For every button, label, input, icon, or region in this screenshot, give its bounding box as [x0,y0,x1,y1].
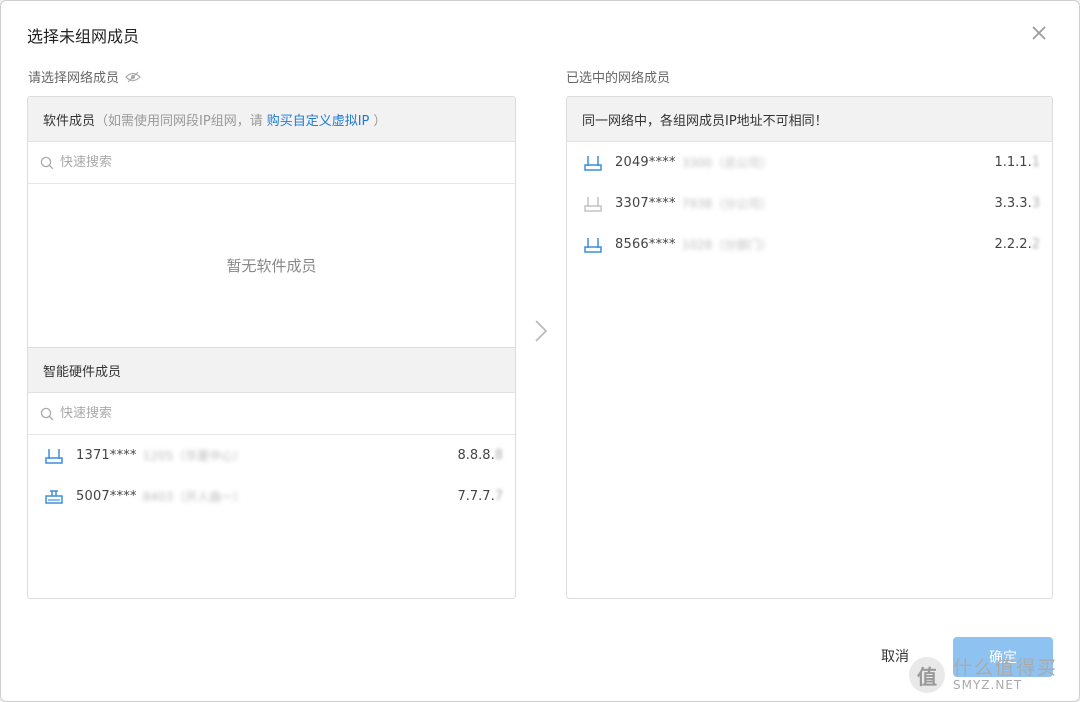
member-id: 2049**** [615,155,676,170]
router-icon [44,446,64,466]
member-masked-name: 8403（开人曲一） [142,490,246,504]
available-members-panel: 软件成员 （如需使用同网段IP组网，请 购买自定义虚拟IP ） 暂无软件成员 智… [27,96,516,599]
member-ip: 7.7.7.7 [458,489,504,504]
member-ip: 1.1.1.1 [995,155,1041,170]
search-icon [40,156,54,169]
selected-member-row[interactable]: 2049**** 3300（总公司） 1.1.1.1 [567,142,1052,183]
hardware-members-header: 智能硬件成员 [28,348,515,393]
software-hint-suffix: ） [373,113,387,129]
member-ip-visible: 7.7.7. [457,489,495,504]
member-id: 1371**** [76,448,137,463]
buy-custom-virtual-ip-link[interactable]: 购买自定义虚拟IP [267,110,370,129]
select-members-dialog: 选择未组网成员 请选择网络成员 软件成员 （如需使用同网段IP组网，请 购买自定… [0,0,1080,702]
member-ip-visible: 2.2.2. [994,237,1032,252]
member-ip: 8.8.8.8 [458,448,504,463]
ip-unique-notice: 同一网络中，各组网成员IP地址不可相同！ [582,113,828,129]
eye-icon[interactable] [125,71,141,83]
selected-member-row[interactable]: 8566**** 1028（分部门） 2.2.2.2 [567,224,1052,265]
dialog-title: 选择未组网成员 [27,27,140,46]
member-ip-masked: 7 [494,489,503,504]
router-icon [583,235,603,255]
hardware-members-list: 1371**** 1205（华夏中心） 8.8.8.8 5007**** 840… [28,435,515,517]
left-column-label-text: 请选择网络成员 [28,71,120,86]
router-icon [583,194,603,214]
selected-notice-header: 同一网络中，各组网成员IP地址不可相同！ [567,97,1052,142]
software-empty-state: 暂无软件成员 [28,184,515,348]
search-icon [40,407,54,420]
member-ip: 2.2.2.2 [995,237,1041,252]
hardware-search-box [28,393,515,435]
router-icon [583,153,603,173]
move-right-button[interactable] [531,319,551,343]
member-ip-masked: 2 [1031,237,1040,252]
software-members-header: 软件成员 （如需使用同网段IP组网，请 购买自定义虚拟IP ） [28,97,515,142]
member-masked-name: 7938（分公司） [681,197,773,211]
device-box-icon [44,487,64,507]
hardware-search-input[interactable] [60,406,460,421]
selected-members-panel: 同一网络中，各组网成员IP地址不可相同！ 2049**** 3300（总公司） … [566,96,1053,599]
chevron-right-icon [535,320,548,342]
watermark-text: 什么值得买 SMYZ.NET [953,656,1059,692]
hardware-member-row[interactable]: 1371**** 1205（华夏中心） 8.8.8.8 [28,435,515,476]
member-ip-masked: 3 [1031,196,1040,211]
selected-member-row[interactable]: 3307**** 7938（分公司） 3.3.3.3 [567,183,1052,224]
right-column-label: 已选中的网络成员 [566,71,671,86]
watermark-en: SMYZ.NET [953,677,1023,692]
member-masked-name: 1205（华夏中心） [142,449,246,463]
member-ip-masked: 8 [494,448,503,463]
software-search-input[interactable] [60,155,460,170]
watermark-logo-icon: 值 [909,657,945,693]
hardware-members-heading: 智能硬件成员 [43,364,122,380]
software-members-heading: 软件成员 [43,113,96,129]
member-ip-visible: 8.8.8. [457,448,495,463]
close-icon [1032,26,1046,40]
member-masked-name: 3300（总公司） [681,156,773,170]
software-hint-prefix: （如需使用同网段IP组网，请 [95,113,263,129]
member-id: 5007**** [76,489,137,504]
left-column-label: 请选择网络成员 [28,67,141,86]
member-id: 3307**** [615,196,676,211]
selected-members-list: 2049**** 3300（总公司） 1.1.1.1 3307**** 7938… [567,142,1052,265]
watermark-cn: 什么值得买 [953,656,1059,679]
software-search-box [28,142,515,184]
close-button[interactable] [1027,21,1051,45]
member-id: 8566**** [615,237,676,252]
member-ip-visible: 3.3.3. [994,196,1032,211]
site-watermark: 值 什么值得买 SMYZ.NET [909,657,1058,693]
member-ip: 3.3.3.3 [995,196,1041,211]
member-masked-name: 1028（分部门） [681,238,773,252]
hardware-member-row[interactable]: 5007**** 8403（开人曲一） 7.7.7.7 [28,476,515,517]
member-ip-visible: 1.1.1. [994,155,1032,170]
member-ip-masked: 1 [1031,155,1040,170]
